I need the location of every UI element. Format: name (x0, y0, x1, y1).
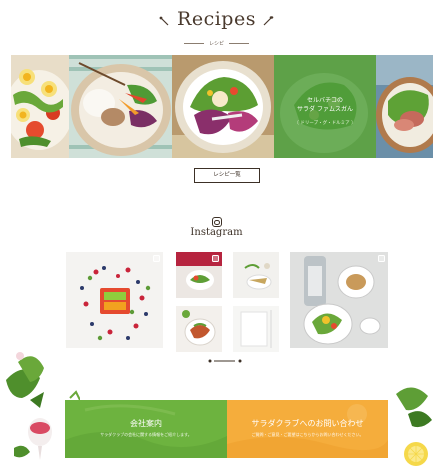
featured-recipe-tile[interactable]: セルバチコの サラダ ファムスガん 〔 ドリーブ・グ・ドルミア 〕 (274, 55, 376, 158)
contact-title: サラダクラブへのお問い合わせ (251, 419, 364, 428)
banner-background-pattern (227, 404, 388, 458)
post-image (176, 306, 222, 352)
contact-banner[interactable]: サラダクラブへのお問い合わせ ご質問・ご意見・ご要望はこちらからお問い合わせくだ… (227, 400, 388, 458)
company-info-banner[interactable]: 会社案内 サラダクラブの会社に関する情報をご紹介します。 (65, 400, 227, 458)
banner-background-pattern (65, 404, 227, 458)
divider (183, 43, 204, 44)
instagram-post[interactable] (176, 252, 222, 298)
multi-image-icon (212, 255, 219, 262)
contact-subtitle: ご質問・ご意見・ご要望はこちらからお問い合わせください。 (251, 432, 364, 437)
overlay-title-1: セルバチコの (306, 97, 343, 104)
instagram-post[interactable] (233, 252, 279, 298)
overlay-caption: 〔 ドリーブ・グ・ドルミア 〕 (294, 121, 356, 126)
post-image (233, 306, 279, 352)
recipe-photo (376, 55, 433, 158)
overlay-title-2: サラダ ファムスガん (297, 106, 353, 113)
post-image (233, 252, 279, 298)
company-info-title: 会社案内 (130, 419, 162, 428)
recipe-tile[interactable] (376, 55, 433, 158)
carousel-dots[interactable] (207, 358, 243, 364)
recipe-tile[interactable] (172, 55, 274, 158)
recipe-overlay: セルバチコの サラダ ファムスガん 〔 ドリーブ・グ・ドルミア 〕 (274, 55, 376, 158)
recipe-photo (69, 55, 172, 158)
instagram-label: Instagram (190, 227, 243, 238)
vegetable-illustration (396, 387, 432, 466)
post-image (290, 252, 388, 348)
recipes-heading: Recipes (0, 8, 433, 30)
recipe-tile[interactable] (11, 55, 69, 158)
company-info-subtitle: サラダクラブの会社に関する情報をご紹介します。 (100, 432, 192, 437)
recipes-subtitle: レシピ (208, 41, 224, 47)
multi-image-icon (153, 255, 160, 262)
fork-icon (158, 14, 172, 28)
multi-image-icon (378, 255, 385, 262)
spoon-icon (261, 14, 275, 28)
instagram-post[interactable] (290, 252, 388, 348)
recipe-photo (11, 55, 69, 158)
instagram-post[interactable] (66, 252, 163, 348)
instagram-post[interactable] (233, 306, 279, 352)
post-image (66, 252, 163, 348)
instagram-icon[interactable] (211, 217, 222, 227)
divider (229, 43, 249, 44)
recipes-subtitle-row: レシピ (0, 40, 433, 47)
recipe-photo (172, 55, 274, 158)
recipe-list-button[interactable]: レシピ一覧 (194, 168, 260, 183)
instagram-post[interactable] (176, 306, 222, 352)
recipe-carousel[interactable]: セルバチコの サラダ ファムスガん 〔 ドリーブ・グ・ドルミア 〕 (11, 55, 433, 158)
recipes-title: Recipes (177, 8, 256, 30)
recipe-tile[interactable] (69, 55, 172, 158)
